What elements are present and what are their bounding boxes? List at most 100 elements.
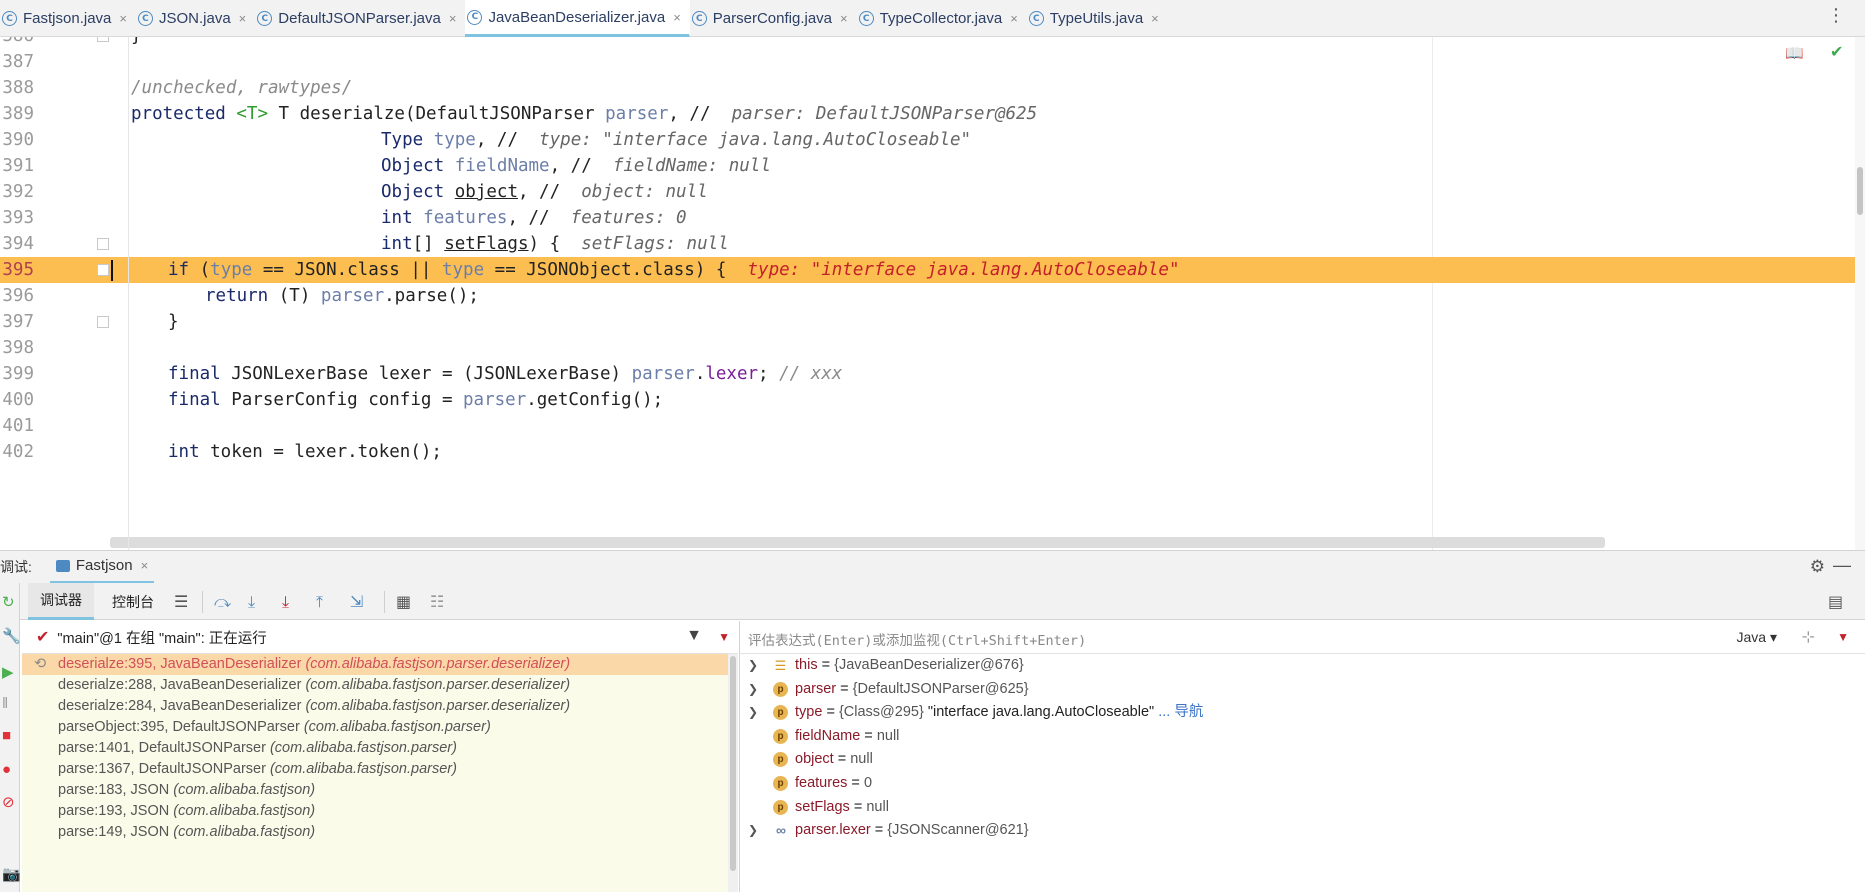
code-line[interactable]: 398 [0,335,1855,361]
line-number[interactable]: 387 [0,49,34,75]
code-line[interactable]: 386} [0,37,1855,49]
evaluate-expression-field[interactable]: 评估表达式(Enter)或添加监视(Ctrl+Shift+Enter) Java… [739,621,1865,654]
layout-settings-icon[interactable]: ▤ [1828,592,1843,611]
fold-marker-icon[interactable] [97,238,109,250]
line-number[interactable]: 402 [0,439,34,465]
code-line[interactable]: 394 int[] setFlags) { setFlags: null [0,231,1855,257]
close-icon[interactable]: × [239,11,247,26]
code-line[interactable]: 401 [0,413,1855,439]
close-icon[interactable]: × [141,558,149,573]
close-icon[interactable]: × [840,11,848,26]
stack-frame[interactable]: ⟲ deserialze:395, JavaBeanDeserializer (c… [22,654,728,675]
stack-frame[interactable]: parse:183, JSON (com.alibaba.fastjson) [22,780,728,801]
line-number[interactable]: 388 [0,75,34,101]
stack-frame[interactable]: parseObject:395, DefaultJSONParser (com.… [22,717,728,738]
code-editor[interactable]: 📖 ✔ 386}387388/unchecked, rawtypes/389pr… [0,37,1865,550]
stack-frame[interactable]: parse:149, JSON (com.alibaba.fastjson) [22,822,728,843]
filter-icon[interactable]: ▼ [686,627,702,645]
step-over-icon[interactable]: ⤼ [214,592,231,612]
code-line[interactable]: 400 final ParserConfig config = parser.ge… [0,387,1855,413]
fold-marker-icon[interactable] [97,37,109,42]
frames-scrollbar[interactable] [728,654,738,892]
add-watch-icon[interactable]: ⊹ [1802,627,1815,647]
line-number[interactable]: 386 [0,37,34,49]
code-line[interactable]: 389 protected <T> T deserialze(DefaultJSO… [0,101,1855,127]
line-number[interactable]: 401 [0,413,34,439]
navigate-link[interactable]: ... 导航 [1154,704,1203,720]
tab-console[interactable]: 控制台 [100,583,166,620]
layout-menu-icon[interactable]: ☰ [174,592,188,611]
force-step-into-icon[interactable]: ⤓ [282,592,289,612]
chevron-down-icon[interactable]: ▼ [1837,630,1849,644]
code-line[interactable]: 397} [0,309,1855,335]
editor-tab[interactable]: C Fastjson.java × [0,0,136,37]
run-to-cursor-icon[interactable]: ⇲ [350,592,363,611]
close-icon[interactable]: × [119,11,127,26]
mute-breakpoints-icon[interactable]: ⊘ [2,793,15,811]
hide-panel-icon[interactable]: — [1833,555,1851,576]
line-number[interactable]: 400 [0,387,34,413]
view-breakpoints-icon[interactable]: ● [2,761,11,778]
stack-frame[interactable]: parse:1401, DefaultJSONParser (com.aliba… [22,738,728,759]
close-icon[interactable]: × [449,11,457,26]
stack-frame[interactable]: deserialze:288, JavaBeanDeserializer (co… [22,675,728,696]
editor-tab[interactable]: C DefaultJSONParser.java × [255,0,465,37]
line-number[interactable]: 396 [0,283,34,309]
line-number[interactable]: 399 [0,361,34,387]
code-line[interactable]: 399 final JSONLexerBase lexer = (JSONLexe… [0,361,1855,387]
close-icon[interactable]: × [673,10,681,25]
editor-tab[interactable]: C ParserConfig.java × [690,0,857,37]
chevron-right-icon[interactable]: ❯ [748,816,758,844]
line-number[interactable]: 398 [0,335,34,361]
drop-frame-icon[interactable]: ⟲ [34,654,46,675]
tab-debugger[interactable]: 调试器 [28,583,94,620]
code-line[interactable]: 390 Type type, // type: "interface java.l… [0,127,1855,153]
evaluate-expression-icon[interactable]: ▦ [396,592,411,611]
line-number[interactable]: 393 [0,205,34,231]
editor-tab[interactable]: C TypeUtils.java × [1027,0,1168,37]
more-tabs-icon[interactable]: ⋮ [1827,6,1845,24]
stop-icon[interactable]: ■ [2,727,11,744]
rerun-icon[interactable]: ↻ [2,593,15,611]
line-number[interactable]: 394 [0,231,34,257]
code-line[interactable]: 395 if (type == JSON.class || type == JSO… [0,257,1855,283]
code-line[interactable]: 396 return (T) parser.parse(); [0,283,1855,309]
code-line[interactable]: 393 int features, // features: 0 [0,205,1855,231]
pause-icon[interactable]: ‖ [2,695,8,712]
editor-scrollbar-track[interactable] [1855,37,1865,550]
modify-run-config-icon[interactable]: 🔧 [2,627,21,645]
line-number[interactable]: 391 [0,153,34,179]
run-config-tab[interactable]: Fastjson × [49,551,155,584]
line-number[interactable]: 390 [0,127,34,153]
editor-tab[interactable]: C TypeCollector.java × [857,0,1027,37]
trace-stream-icon[interactable]: ☷ [430,592,444,611]
editor-tab[interactable]: C JavaBeanDeserializer.java × [465,0,690,37]
code-line[interactable]: 387 [0,49,1855,75]
editor-horizontal-scrollbar[interactable] [110,537,1605,548]
line-number[interactable]: 397 [0,309,34,335]
variables-tree[interactable]: ❯ ☰ this = {JavaBeanDeserializer@676} ❯ p par… [739,654,1865,892]
editor-tab[interactable]: C JSON.java × [136,0,255,37]
resume-icon[interactable]: ▶ [2,663,14,681]
close-icon[interactable]: × [1010,11,1018,26]
line-number[interactable]: 395 [0,257,34,283]
code-line[interactable]: 402 int token = lexer.token(); [0,439,1855,465]
line-number[interactable]: 392 [0,179,34,205]
stack-frame[interactable]: deserialze:284, JavaBeanDeserializer (co… [22,696,728,717]
frames-scroll-thumb[interactable] [730,656,736,871]
stack-frame[interactable]: parse:1367, DefaultJSONParser (com.aliba… [22,759,728,780]
chevron-down-icon[interactable]: ▼ [718,630,730,644]
close-icon[interactable]: × [1151,11,1159,26]
editor-vertical-scroll-thumb[interactable] [1857,167,1863,215]
stack-frame[interactable]: parse:193, JSON (com.alibaba.fastjson) [22,801,728,822]
fold-marker-icon[interactable] [97,264,109,276]
variable-row[interactable]: ❯ ∞ parser.lexer = {JSONScanner@621} [740,816,1865,844]
camera-snapshot-icon[interactable]: 📷 [2,865,21,883]
settings-gear-icon[interactable]: ⚙ [1810,557,1825,577]
thread-selector[interactable]: ✔ "main"@1 在组 "main": 正在运行 ▼ ▼ [22,621,738,654]
step-into-icon[interactable]: ⤓ [248,592,255,612]
code-line[interactable]: 392 Object object, // object: null [0,179,1855,205]
line-number[interactable]: 389 [0,101,34,127]
step-out-icon[interactable]: ⤒ [316,592,323,612]
code-line[interactable]: 391 Object fieldName, // fieldName: null [0,153,1855,179]
